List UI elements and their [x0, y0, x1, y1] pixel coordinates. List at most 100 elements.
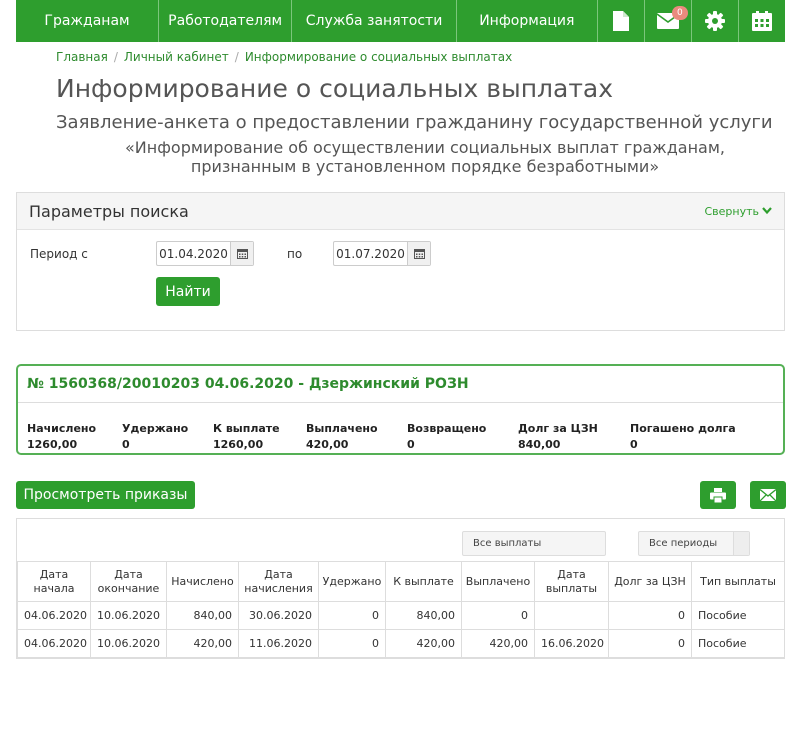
record-field-returned: Возвращено 0 [407, 421, 486, 453]
field-label: К выплате [213, 422, 280, 435]
table-cell: 0 [461, 601, 535, 630]
table-cell: 04.06.2020 [17, 601, 91, 630]
column-header[interactable]: Тип выплаты [691, 561, 785, 602]
field-value: 0 [122, 438, 130, 451]
find-button[interactable]: Найти [156, 277, 220, 306]
column-header[interactable]: Дата начисления [238, 561, 319, 602]
table-cell: 10.06.2020 [90, 629, 167, 658]
table-cell: 840,00 [385, 601, 462, 630]
field-label: Начислено [27, 422, 97, 435]
payments-filter-select[interactable]: Все выплаты [462, 531, 606, 556]
column-header[interactable]: К выплате [385, 561, 462, 602]
table-cell: Пособие [691, 629, 785, 658]
search-panel-header: Параметры поиска Свернуть [17, 193, 784, 230]
record-field-accrued: Начислено 1260,00 [27, 421, 96, 453]
payment-record-card: № 1560368/20010203 04.06.2020 - Дзержинс… [16, 364, 785, 455]
nav-employers[interactable]: Работодателям [159, 0, 293, 42]
print-icon [710, 487, 726, 503]
field-label: Погашено долга [630, 422, 736, 435]
table-cell: 0 [318, 601, 386, 630]
period-from-label: Период с [30, 247, 88, 261]
nav-employment-service[interactable]: Служба занятости [292, 0, 457, 42]
field-value: 840,00 [518, 438, 561, 451]
table-cell: 420,00 [461, 629, 535, 658]
table-cell: 840,00 [166, 601, 239, 630]
field-label: Возвращено [407, 422, 487, 435]
table-cell: 0 [318, 629, 386, 658]
table-cell: 10.06.2020 [90, 601, 167, 630]
select-arrow [733, 532, 749, 555]
field-label: Выплачено [306, 422, 378, 435]
table-row: 04.06.2020 10.06.2020 840,00 30.06.2020 … [17, 601, 785, 630]
column-header[interactable]: Долг за ЦЗН [608, 561, 692, 602]
table-cell: 04.06.2020 [17, 629, 91, 658]
field-value: 1260,00 [27, 438, 78, 451]
column-header[interactable]: Удержано [318, 561, 386, 602]
periods-filter-value: Все периоды [649, 538, 718, 549]
payments-table: Дата начала Дата окончание Начислено Дат… [17, 561, 785, 658]
mail-icon [760, 489, 776, 501]
date-from-field[interactable]: 01.04.2020 [156, 241, 254, 266]
table-cell: 420,00 [166, 629, 239, 658]
column-header[interactable]: Дата начала [17, 561, 91, 602]
breadcrumb-current[interactable]: Информирование о социальных выплатах [245, 50, 512, 64]
view-orders-button[interactable]: Просмотреть приказы [16, 481, 195, 509]
service-name: «Информирование об осуществлении социаль… [125, 138, 725, 176]
breadcrumb: Главная / Личный кабинет / Информировани… [56, 50, 512, 64]
column-header[interactable]: Начислено [166, 561, 239, 602]
field-label: Удержано [122, 422, 189, 435]
search-panel: Параметры поиска Свернуть Период с 01.04… [16, 192, 785, 331]
nav-calendar-button[interactable] [739, 0, 785, 42]
email-button[interactable] [750, 481, 786, 509]
search-panel-title: Параметры поиска [29, 201, 189, 221]
breadcrumb-separator: / [234, 50, 239, 64]
date-from-value[interactable]: 01.04.2020 [157, 242, 231, 265]
calendar-icon [413, 249, 425, 259]
breadcrumb-separator: / [113, 50, 118, 64]
document-icon [612, 11, 629, 31]
record-field-debt-repaid: Погашено долга 0 [630, 421, 736, 453]
record-field-withheld: Удержано 0 [122, 421, 188, 453]
page-title: Информирование о социальных выплатах [56, 74, 614, 103]
mail-badge: 0 [671, 6, 688, 20]
top-navigation: Гражданам Работодателям Служба занятости… [16, 0, 785, 42]
print-button[interactable] [700, 481, 736, 509]
column-header[interactable]: Дата выплаты [534, 561, 609, 602]
nav-citizens[interactable]: Гражданам [16, 0, 160, 42]
date-to-picker[interactable] [408, 242, 430, 265]
collapse-label: Свернуть [704, 204, 759, 218]
table-cell: 0 [608, 601, 692, 630]
table-filters: Все выплаты Все периоды [17, 519, 784, 561]
chevron-down-icon [762, 207, 772, 215]
table-cell: 16.06.2020 [534, 629, 609, 658]
table-cell: Пособие [691, 601, 785, 630]
record-header: № 1560368/20010203 04.06.2020 - Дзержинс… [18, 366, 783, 403]
table-cell: 30.06.2020 [238, 601, 319, 630]
column-header[interactable]: Выплачено [461, 561, 535, 602]
field-value: 0 [407, 438, 415, 451]
date-to-field[interactable]: 01.07.2020 [333, 241, 431, 266]
gear-icon [704, 11, 725, 31]
period-to-label: по [287, 247, 303, 261]
breadcrumb-home[interactable]: Главная [56, 50, 108, 64]
date-from-picker[interactable] [231, 242, 253, 265]
breadcrumb-cabinet[interactable]: Личный кабинет [124, 50, 229, 64]
record-field-debt: Долг за ЦЗН 840,00 [518, 421, 598, 453]
table-cell: 0 [608, 629, 692, 658]
record-field-paid: Выплачено 420,00 [306, 421, 378, 453]
field-value: 0 [630, 438, 638, 451]
nav-documents-button[interactable] [598, 0, 645, 42]
nav-mail-button[interactable]: 0 [645, 0, 692, 42]
page-subtitle: Заявление-анкета о предоставлении гражда… [56, 112, 773, 133]
field-value: 420,00 [306, 438, 349, 451]
nav-settings-button[interactable] [692, 0, 739, 42]
table-cell: 420,00 [385, 629, 462, 658]
table-header-row: Дата начала Дата окончание Начислено Дат… [17, 561, 785, 602]
collapse-button[interactable]: Свернуть [704, 205, 772, 218]
record-field-to-pay: К выплате 1260,00 [213, 421, 280, 453]
field-label: Долг за ЦЗН [518, 422, 598, 435]
periods-filter-select[interactable]: Все периоды [638, 531, 750, 556]
nav-information[interactable]: Информация [457, 0, 598, 42]
date-to-value[interactable]: 01.07.2020 [334, 242, 408, 265]
column-header[interactable]: Дата окончание [90, 561, 167, 602]
